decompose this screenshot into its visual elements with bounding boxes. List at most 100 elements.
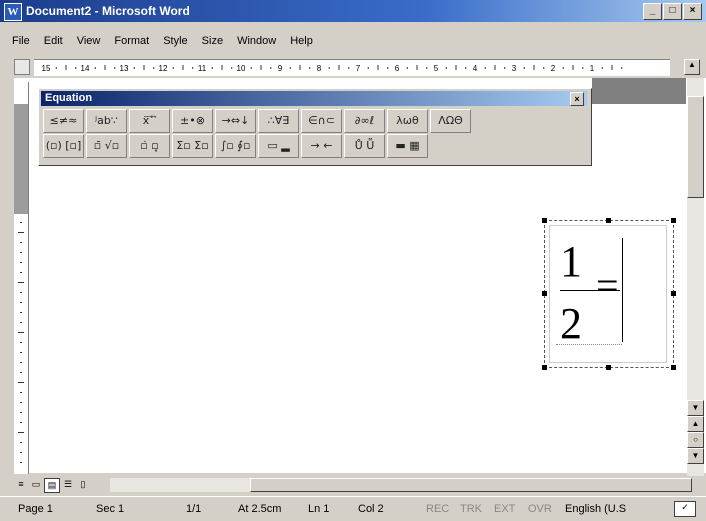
set-theory-symbols-button[interactable]: ∈∩⊂: [301, 109, 342, 133]
ruler-tick: [387, 67, 389, 69]
status-ext[interactable]: EXT: [494, 503, 515, 515]
tab-selector[interactable]: [14, 59, 30, 75]
relational-symbols-button[interactable]: ≤≠≈: [43, 109, 84, 133]
resize-handle-top-left[interactable]: [542, 218, 547, 223]
operator-symbols-button[interactable]: ±•⊗: [172, 109, 213, 133]
labeled-arrow-templates-button[interactable]: → ←: [301, 134, 342, 158]
ruler-tick: [192, 67, 194, 69]
menu-window[interactable]: Window: [230, 35, 283, 47]
resize-handle-right[interactable]: [671, 291, 676, 296]
misc-symbols-button[interactable]: ∂∞ℓ: [344, 109, 385, 133]
logical-symbols-button[interactable]: ∴∀∃: [258, 109, 299, 133]
vertical-ruler-tick: [20, 252, 22, 253]
ruler-label: 14: [81, 64, 90, 73]
resize-handle-bottom-left[interactable]: [542, 365, 547, 370]
ruler-tick: [582, 67, 584, 69]
fraction-radical-templates-button[interactable]: ▫̄ √▫: [86, 134, 127, 158]
status-rec[interactable]: REC: [426, 503, 449, 515]
maximize-button[interactable]: □: [663, 3, 682, 20]
ruler-label: 10: [237, 64, 246, 73]
menu-edit[interactable]: Edit: [37, 35, 70, 47]
arrow-symbols-button[interactable]: →⇔↓: [215, 109, 256, 133]
greek-lowercase-button[interactable]: λωθ: [387, 109, 428, 133]
subscript-superscript-templates-button[interactable]: ▫̇ ▫̥: [129, 134, 170, 158]
status-language[interactable]: English (U.S: [565, 503, 626, 515]
resize-handle-bottom-right[interactable]: [671, 365, 676, 370]
scroll-down-button[interactable]: ▼: [687, 400, 704, 416]
word-app-icon[interactable]: W: [4, 3, 22, 21]
status-trk[interactable]: TRK: [460, 503, 482, 515]
ruler-tick: [328, 67, 330, 69]
menu-style[interactable]: Style: [156, 35, 194, 47]
ruler-label: 6: [395, 64, 400, 73]
menu-help[interactable]: Help: [283, 35, 320, 47]
ruler-label: 1: [590, 64, 595, 73]
ruler-toggle-button[interactable]: ▲: [684, 59, 700, 75]
ruler-label: 4: [473, 64, 478, 73]
equation-toolbar: Equation × ≤≠≈ ʲab∵ ẍ ⃗ ⃡ ±•⊗ →⇔↓ ∴∀∃ ∈∩…: [38, 88, 592, 166]
status-page: Page 1: [18, 503, 53, 515]
ruler-label: 8: [317, 64, 322, 73]
horizontal-scrollbar[interactable]: [110, 478, 692, 492]
reading-view-icon[interactable]: ▯: [76, 478, 90, 491]
horizontal-scroll-thumb[interactable]: [250, 478, 692, 492]
horizontal-ruler[interactable]: 15 14 13 12 11 10 9 8 7 6 5 4 3 2 1: [34, 59, 670, 76]
close-button[interactable]: ×: [683, 3, 702, 20]
left-margin-strip: [0, 78, 14, 473]
equation-object[interactable]: 1 2 =: [542, 218, 676, 370]
next-page-icon[interactable]: ▼: [687, 448, 704, 464]
ruler-tick: [494, 65, 496, 70]
minimize-button[interactable]: _: [643, 3, 662, 20]
equation-toolbar-title-bar[interactable]: Equation ×: [41, 91, 587, 106]
products-set-templates-button[interactable]: Ů Ṻ: [344, 134, 385, 158]
spelling-grammar-status-icon[interactable]: ✓: [674, 501, 696, 517]
ruler-tick: [289, 67, 291, 69]
embellishments-button[interactable]: ẍ ⃗ ⃡: [129, 109, 170, 133]
vertical-ruler-tick: [20, 452, 22, 453]
ruler-tick: [94, 67, 96, 69]
vertical-scrollbar[interactable]: ▼ ▲ ○ ▼: [687, 78, 704, 478]
menu-format[interactable]: Format: [107, 35, 156, 47]
resize-handle-top-right[interactable]: [671, 218, 676, 223]
title-bar[interactable]: W Document2 - Microsoft Word _ □ ×: [0, 0, 706, 22]
ruler-label: 11: [198, 64, 207, 73]
normal-view-icon[interactable]: ≡: [14, 478, 28, 491]
matrix-templates-button[interactable]: ▬ ▦: [387, 134, 428, 158]
integral-templates-button[interactable]: ∫▫ ∮▫: [215, 134, 256, 158]
vertical-ruler-tick: [20, 262, 22, 263]
ruler-ticks: 15 14 13 12 11 10 9 8 7 6 5 4 3 2 1: [42, 64, 623, 73]
status-ovr[interactable]: OVR: [528, 503, 552, 515]
equation-toolbar-title: Equation: [45, 92, 93, 104]
previous-page-icon[interactable]: ▲: [687, 416, 704, 432]
menu-file[interactable]: File: [0, 35, 37, 47]
resize-handle-bottom[interactable]: [606, 365, 611, 370]
ruler-tick: [611, 65, 613, 70]
ruler-tick: [367, 67, 369, 69]
ruler-tick: [484, 67, 486, 69]
summation-templates-button[interactable]: Σ▫ Σ▫: [172, 134, 213, 158]
ruler-label: 5: [434, 64, 439, 73]
fence-templates-button[interactable]: (▫) [▫]: [43, 134, 84, 158]
vertical-ruler-tick: [18, 432, 24, 433]
print-layout-view-icon[interactable]: ▤: [44, 478, 60, 493]
equation-toolbar-close-button[interactable]: ×: [570, 92, 584, 106]
menu-size[interactable]: Size: [195, 35, 230, 47]
vertical-scroll-thumb[interactable]: [687, 96, 704, 198]
fraction-numerator[interactable]: 1: [560, 236, 582, 287]
spaces-ellipses-button[interactable]: ʲab∵: [86, 109, 127, 133]
greek-uppercase-button[interactable]: ΛΩΘ: [430, 109, 471, 133]
fraction-denominator[interactable]: 2: [560, 298, 582, 349]
resize-handle-left[interactable]: [542, 291, 547, 296]
ruler-label: 2: [551, 64, 556, 73]
menu-view[interactable]: View: [70, 35, 108, 47]
underbar-overbar-templates-button[interactable]: ▭ ▂: [258, 134, 299, 158]
equation-edit-area[interactable]: 1 2 =: [549, 225, 667, 363]
vertical-ruler-tick: [20, 342, 22, 343]
resize-handle-top[interactable]: [606, 218, 611, 223]
web-layout-view-icon[interactable]: ▭: [29, 478, 43, 491]
outline-view-icon[interactable]: ☰: [61, 478, 75, 491]
ruler-tick: [143, 65, 145, 70]
vertical-ruler-tick: [20, 412, 22, 413]
vertical-ruler[interactable]: [14, 82, 29, 474]
select-browse-object-icon[interactable]: ○: [687, 432, 704, 448]
